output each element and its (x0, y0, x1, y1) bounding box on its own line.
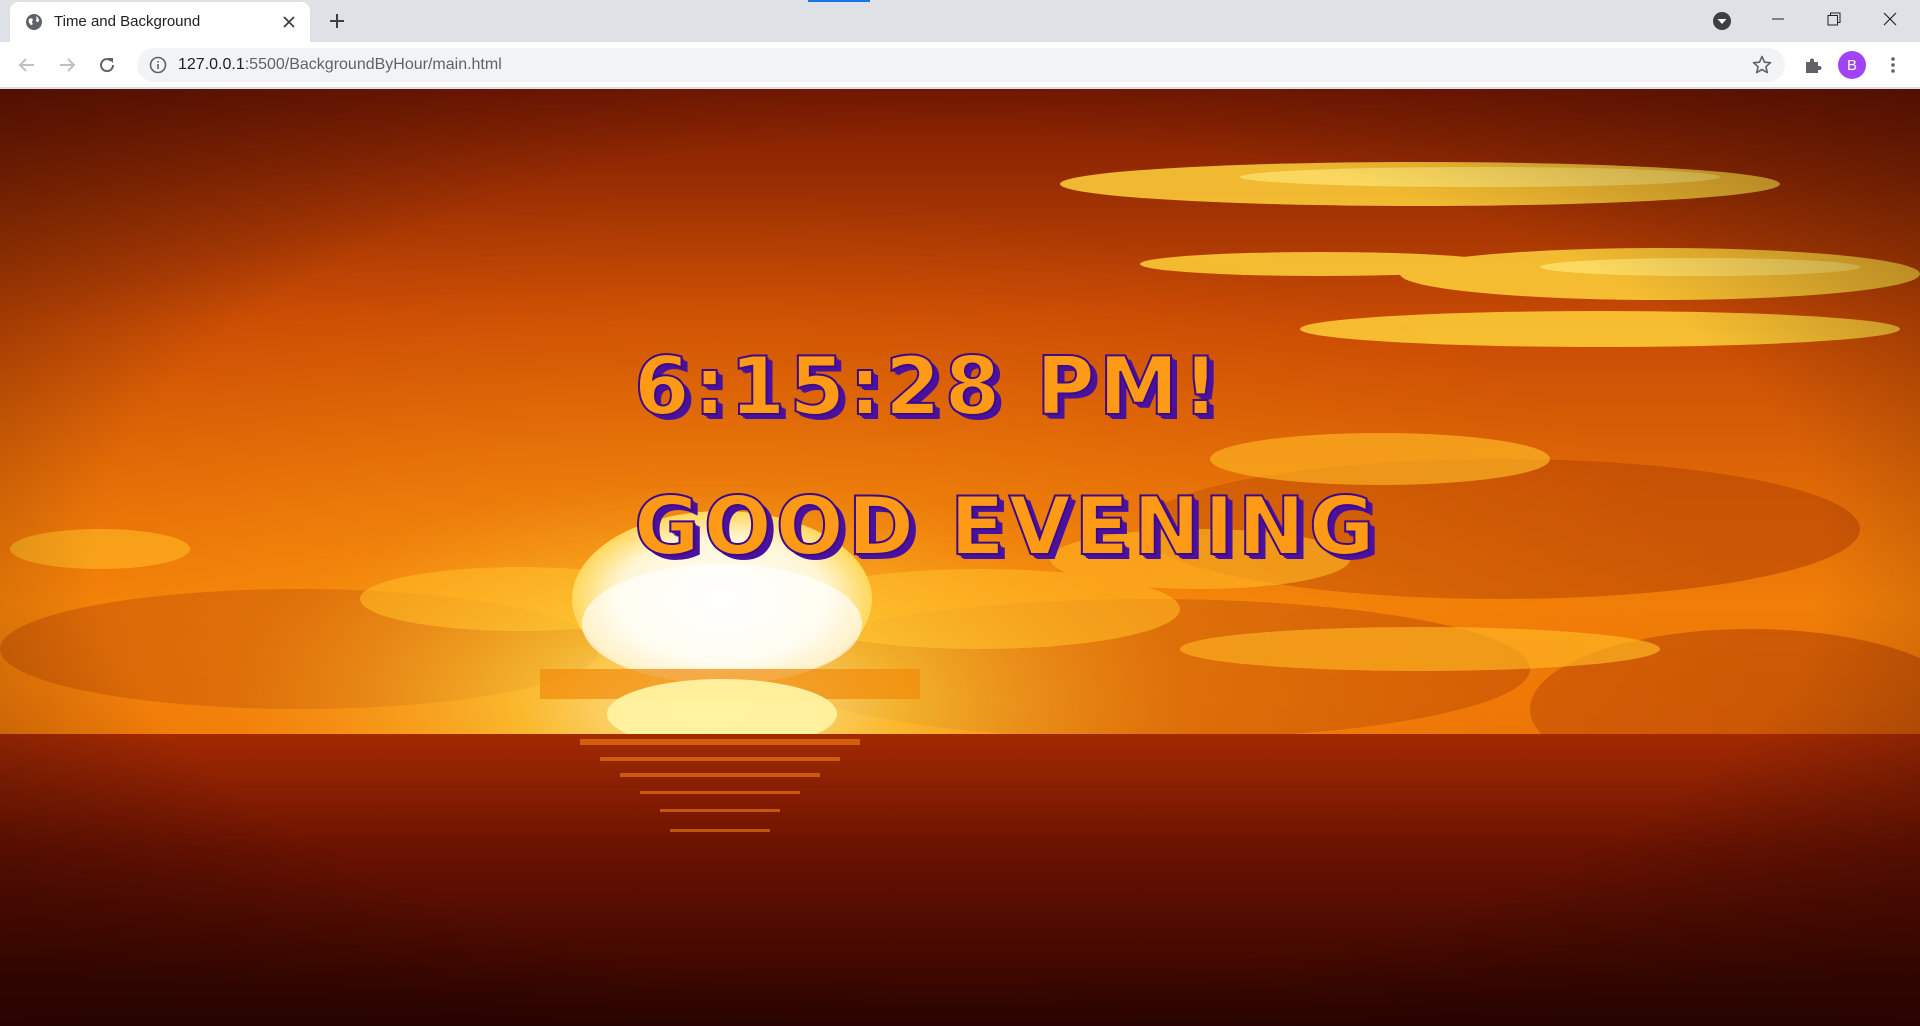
window-close-icon[interactable] (1862, 0, 1918, 38)
url-host: 127.0.0.1 (178, 56, 245, 73)
kebab-menu-icon[interactable] (1881, 53, 1905, 77)
tab-title: Time and Background (54, 13, 201, 30)
reload-icon[interactable] (95, 53, 119, 77)
avatar[interactable]: B (1838, 51, 1866, 79)
url-text[interactable]: 127.0.0.1:5500/BackgroundByHour/main.htm… (178, 56, 502, 74)
greeting-message: GOOD EVENING (633, 480, 1379, 573)
puzzle-icon[interactable] (1801, 53, 1825, 77)
clock-time: 6:15:28 PM! (633, 340, 1223, 433)
arrow-right-icon[interactable] (55, 53, 79, 77)
plus-icon[interactable] (325, 9, 349, 33)
address-bar[interactable]: 127.0.0.1:5500/BackgroundByHour/main.htm… (137, 48, 1785, 82)
browser-toolbar: 127.0.0.1:5500/BackgroundByHour/main.htm… (0, 42, 1920, 88)
tab-drag-indicator (808, 0, 870, 2)
tab-strip: Time and Background (0, 0, 1920, 42)
info-icon[interactable] (149, 56, 167, 74)
tab-time-and-background[interactable]: Time and Background (10, 2, 310, 42)
url-path: :5500/BackgroundByHour/main.html (244, 56, 502, 73)
page-viewport: 6:15:28 PM! GOOD EVENING (0, 89, 1920, 1026)
star-icon[interactable] (1751, 54, 1773, 76)
minimize-icon[interactable] (1750, 0, 1806, 38)
restore-icon[interactable] (1806, 0, 1862, 38)
browser-window: Time and Background 127.0.0.1:5500/Backg… (0, 0, 1920, 1026)
chevron-down-circle-icon[interactable] (1711, 10, 1733, 32)
close-icon[interactable] (280, 13, 298, 31)
arrow-left-icon[interactable] (15, 53, 39, 77)
globe-icon (25, 13, 43, 31)
